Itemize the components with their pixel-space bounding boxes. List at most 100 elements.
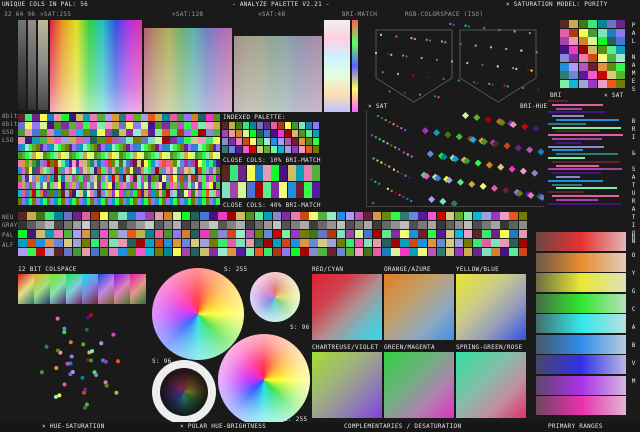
- palette-swatch[interactable]: [569, 20, 579, 28]
- palette-swatch[interactable]: [569, 54, 579, 62]
- palette-swatch[interactable]: [569, 37, 579, 45]
- palette-swatch[interactable]: [588, 79, 598, 88]
- indexed-swatch[interactable]: [250, 138, 256, 145]
- palette-swatch[interactable]: [588, 45, 598, 54]
- palette-swatch[interactable]: [597, 71, 607, 79]
- indexed-swatch[interactable]: [271, 146, 277, 153]
- indexed-swatch[interactable]: [278, 130, 284, 137]
- palette-swatch[interactable]: [607, 71, 616, 79]
- indexed-swatch[interactable]: [257, 122, 263, 129]
- footer-hue-sat[interactable]: × HUE-SATURATION: [42, 423, 105, 430]
- indexed-swatch[interactable]: [250, 146, 256, 153]
- palette-swatch[interactable]: [597, 28, 607, 37]
- indexed-swatch[interactable]: [285, 138, 291, 145]
- palette-swatch[interactable]: [578, 37, 588, 45]
- palette-swatch[interactable]: [616, 28, 626, 37]
- palette-swatch[interactable]: [588, 54, 598, 62]
- indexed-swatch[interactable]: [271, 122, 277, 129]
- palette-swatch[interactable]: [560, 20, 569, 28]
- indexed-swatch[interactable]: [306, 122, 312, 129]
- indexed-swatch[interactable]: [306, 138, 312, 145]
- indexed-swatch[interactable]: [278, 138, 284, 145]
- palette-swatch[interactable]: [616, 54, 626, 62]
- indexed-swatch[interactable]: [222, 146, 228, 153]
- indexed-swatch[interactable]: [229, 130, 235, 137]
- palette-swatch[interactable]: [588, 20, 598, 28]
- indexed-swatch[interactable]: [229, 138, 235, 145]
- indexed-swatch[interactable]: [229, 146, 235, 153]
- palette-swatch[interactable]: [597, 79, 607, 88]
- indexed-swatch[interactable]: [292, 122, 298, 129]
- palette-swatch[interactable]: [616, 45, 626, 54]
- palette-swatch[interactable]: [588, 37, 598, 45]
- palette-swatch[interactable]: [578, 20, 588, 28]
- indexed-swatch[interactable]: [236, 146, 242, 153]
- palette-swatch[interactable]: [560, 37, 569, 45]
- indexed-swatch[interactable]: [299, 130, 305, 137]
- palette-swatch[interactable]: [616, 62, 626, 71]
- indexed-swatch[interactable]: [278, 122, 284, 129]
- palette-swatch[interactable]: [569, 79, 579, 88]
- palette-swatch[interactable]: [607, 20, 616, 28]
- indexed-swatch[interactable]: [229, 122, 235, 129]
- palette-swatch[interactable]: [588, 71, 598, 79]
- palette-swatch[interactable]: [588, 28, 598, 37]
- footer-primary[interactable]: PRIMARY RANGES: [548, 423, 603, 430]
- palette-swatch[interactable]: [588, 62, 598, 71]
- palette-swatch[interactable]: [607, 37, 616, 45]
- indexed-swatch[interactable]: [299, 138, 305, 145]
- indexed-swatch[interactable]: [243, 122, 249, 129]
- indexed-swatch[interactable]: [292, 138, 298, 145]
- palette-swatch[interactable]: [616, 20, 626, 28]
- indexed-swatch[interactable]: [243, 138, 249, 145]
- indexed-swatch[interactable]: [313, 130, 319, 137]
- indexed-swatch[interactable]: [222, 138, 228, 145]
- indexed-swatch[interactable]: [292, 146, 298, 153]
- palette-swatch[interactable]: [560, 54, 569, 62]
- indexed-swatch[interactable]: [313, 138, 319, 145]
- indexed-swatch[interactable]: [250, 130, 256, 137]
- palette-swatch[interactable]: [597, 20, 607, 28]
- palette-swatch[interactable]: [560, 71, 569, 79]
- indexed-swatch[interactable]: [285, 130, 291, 137]
- indexed-swatch[interactable]: [264, 146, 270, 153]
- indexed-swatch[interactable]: [250, 122, 256, 129]
- palette-swatch[interactable]: [607, 54, 616, 62]
- palette-names-grid[interactable]: [560, 20, 626, 88]
- indexed-swatch[interactable]: [313, 146, 319, 153]
- palette-swatch[interactable]: [616, 79, 626, 88]
- palette-swatch[interactable]: [578, 54, 588, 62]
- palette-swatch[interactable]: [597, 62, 607, 71]
- palette-swatch[interactable]: [607, 62, 616, 71]
- palette-swatch[interactable]: [569, 71, 579, 79]
- indexed-swatch[interactable]: [243, 146, 249, 153]
- palette-swatch[interactable]: [578, 45, 588, 54]
- palette-swatch[interactable]: [560, 28, 569, 37]
- indexed-swatch[interactable]: [257, 138, 263, 145]
- indexed-swatch[interactable]: [285, 122, 291, 129]
- palette-swatch[interactable]: [560, 79, 569, 88]
- indexed-swatch[interactable]: [278, 146, 284, 153]
- palette-swatch[interactable]: [569, 28, 579, 37]
- indexed-swatch[interactable]: [271, 138, 277, 145]
- palette-swatch[interactable]: [597, 45, 607, 54]
- palette-swatch[interactable]: [616, 37, 626, 45]
- indexed-swatch[interactable]: [271, 130, 277, 137]
- indexed-swatch[interactable]: [299, 122, 305, 129]
- indexed-swatch[interactable]: [257, 130, 263, 137]
- palette-swatch[interactable]: [607, 79, 616, 88]
- indexed-swatch[interactable]: [306, 130, 312, 137]
- palette-swatch[interactable]: [578, 62, 588, 71]
- indexed-swatch[interactable]: [236, 138, 242, 145]
- indexed-swatch[interactable]: [264, 138, 270, 145]
- palette-swatch[interactable]: [597, 54, 607, 62]
- palette-swatch[interactable]: [560, 45, 569, 54]
- palette-swatch[interactable]: [578, 28, 588, 37]
- saturation-model-label[interactable]: × SATURATION MODEL: PURITY: [506, 1, 608, 8]
- indexed-swatch[interactable]: [222, 130, 228, 137]
- indexed-swatch[interactable]: [264, 130, 270, 137]
- footer-polar[interactable]: × POLAR HUE-BRIGHTNESS: [180, 423, 266, 430]
- indexed-swatch[interactable]: [292, 130, 298, 137]
- indexed-swatch[interactable]: [264, 122, 270, 129]
- footer-complementaries[interactable]: COMPLEMENTARIES / DESATURATION: [344, 423, 461, 430]
